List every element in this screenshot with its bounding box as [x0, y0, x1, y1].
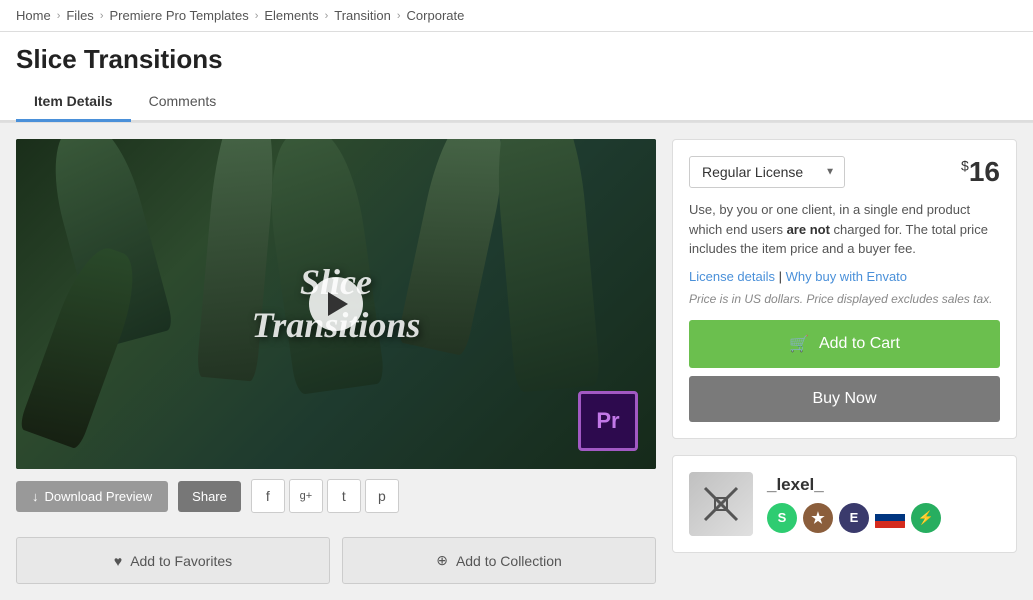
license-details-link[interactable]: License details	[689, 269, 775, 284]
author-badges: S ★ E ⚡	[767, 503, 941, 533]
leaf-6	[18, 240, 147, 450]
badge-sales: S	[767, 503, 797, 533]
right-column: Regular License Extended License $16 Use…	[672, 139, 1017, 584]
share-icons-group: f g+ t p	[251, 479, 399, 513]
breadcrumb-sep-4: ›	[325, 10, 329, 22]
breadcrumb-elements[interactable]: Elements	[264, 8, 318, 23]
add-to-cart-button[interactable]: 🛒 Add to Cart	[689, 320, 1000, 368]
badge-lightning: ⚡	[911, 503, 941, 533]
breadcrumb-premiere[interactable]: Premiere Pro Templates	[109, 8, 248, 23]
video-player[interactable]: Slice Transitions Pr	[16, 139, 656, 469]
tab-comments[interactable]: Comments	[131, 83, 235, 122]
video-controls-bar: ↓ Download Preview Share f g+ t p	[16, 469, 656, 523]
license-row: Regular License Extended License $16	[689, 156, 1000, 188]
breadcrumb-sep-3: ›	[255, 10, 259, 22]
pinterest-icon[interactable]: p	[365, 479, 399, 513]
buy-now-button[interactable]: Buy Now	[689, 376, 1000, 422]
breadcrumb: Home › Files › Premiere Pro Templates › …	[0, 0, 1033, 32]
premiere-pro-badge: Pr	[578, 391, 638, 451]
tabs-container: Item Details Comments	[0, 83, 1033, 122]
badge-star: ★	[803, 503, 833, 533]
avatar-logo-svg	[697, 480, 745, 528]
folder-icon: ⊕	[436, 552, 448, 569]
breadcrumb-transition[interactable]: Transition	[334, 8, 391, 23]
license-select[interactable]: Regular License Extended License	[689, 156, 845, 188]
share-button[interactable]: Share	[178, 481, 241, 512]
cart-icon: 🛒	[789, 334, 809, 354]
breadcrumb-sep-5: ›	[397, 10, 401, 22]
price-note: Price is in US dollars. Price displayed …	[689, 292, 1000, 306]
breadcrumb-home[interactable]: Home	[16, 8, 51, 23]
main-content: Slice Transitions Pr ↓ Download Preview …	[0, 123, 1033, 600]
page-title: Slice Transitions	[0, 32, 1033, 83]
leaf-5	[490, 139, 601, 393]
author-info: _lexel_ S ★ E ⚡	[767, 475, 941, 533]
breadcrumb-corporate: Corporate	[407, 8, 465, 23]
twitter-icon[interactable]: t	[327, 479, 361, 513]
download-icon: ↓	[32, 489, 39, 504]
license-select-wrapper[interactable]: Regular License Extended License	[689, 156, 845, 188]
purchase-box: Regular License Extended License $16 Use…	[672, 139, 1017, 439]
why-envato-link[interactable]: Why buy with Envato	[786, 269, 907, 284]
author-name[interactable]: _lexel_	[767, 475, 941, 495]
heart-icon: ♥	[114, 553, 122, 569]
breadcrumb-sep-1: ›	[57, 10, 61, 22]
add-to-collection-button[interactable]: ⊕ Add to Collection	[342, 537, 656, 584]
author-avatar[interactable]	[689, 472, 753, 536]
breadcrumb-sep-2: ›	[100, 10, 104, 22]
price-display: $16	[961, 156, 1000, 188]
play-button[interactable]	[309, 277, 363, 331]
breadcrumb-files[interactable]: Files	[66, 8, 93, 23]
facebook-icon[interactable]: f	[251, 479, 285, 513]
left-column: Slice Transitions Pr ↓ Download Preview …	[16, 139, 656, 584]
license-description: Use, by you or one client, in a single e…	[689, 200, 1000, 259]
badge-flag-russia	[875, 507, 905, 529]
add-to-favorites-button[interactable]: ♥ Add to Favorites	[16, 537, 330, 584]
google-plus-icon[interactable]: g+	[289, 479, 323, 513]
bottom-action-buttons: ♥ Add to Favorites ⊕ Add to Collection	[16, 537, 656, 584]
badge-elite: E	[839, 503, 869, 533]
download-preview-button[interactable]: ↓ Download Preview	[16, 481, 168, 512]
license-links: License details | Why buy with Envato	[689, 269, 1000, 284]
tab-item-details[interactable]: Item Details	[16, 83, 131, 122]
author-box: _lexel_ S ★ E ⚡	[672, 455, 1017, 553]
